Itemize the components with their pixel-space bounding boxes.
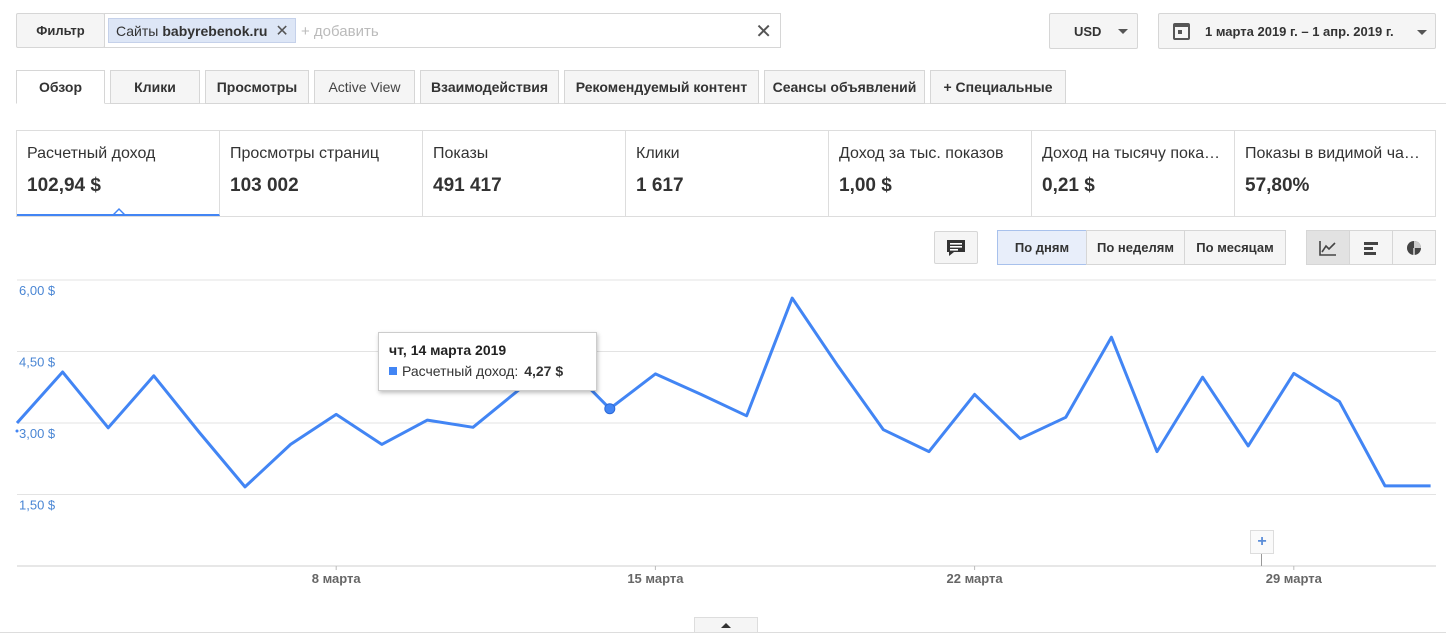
tab-custom[interactable]: + Специальные <box>930 70 1066 104</box>
series-line <box>15 296 1431 489</box>
metric-value: 491 417 <box>433 175 502 196</box>
tab-pageviews[interactable]: Просмотры <box>205 70 309 104</box>
x-tick-label: 29 марта <box>1266 571 1323 586</box>
metric-label: Расчетный доход <box>27 145 156 162</box>
chevron-down-icon <box>1417 30 1427 35</box>
add-annotation-button[interactable] <box>934 231 978 264</box>
calendar-icon <box>1173 23 1190 40</box>
date-range-value: 1 марта 2019 г. – 1 апр. 2019 г. <box>1205 23 1394 39</box>
chevron-up-icon <box>721 623 731 628</box>
metric-viewability[interactable]: Показы в видимой части 57,80% <box>1235 131 1437 216</box>
tooltip-value: 4,27 $ <box>524 363 564 379</box>
metric-impressions[interactable]: Показы 491 417 <box>423 131 626 216</box>
chevron-down-icon <box>1118 29 1128 34</box>
metric-label: Показы в видимой части <box>1245 145 1427 162</box>
metric-value: 0,21 $ <box>1042 175 1095 196</box>
granularity-monthly-button[interactable]: По месяцам <box>1184 230 1286 265</box>
x-tick-label: 22 марта <box>947 571 1004 586</box>
metric-label: Клики <box>636 145 680 162</box>
tab-ad-sessions[interactable]: Сеансы объявлений <box>764 70 925 104</box>
chip-close-icon[interactable]: ✕ <box>275 21 288 41</box>
annotation-marker-plus-icon[interactable]: + <box>1250 530 1274 554</box>
view-pie-chart-button[interactable] <box>1392 230 1436 265</box>
collapse-chart-button[interactable] <box>694 617 758 633</box>
comment-icon <box>947 239 965 256</box>
filter-chip-prefix: Сайты <box>116 22 159 39</box>
chart-series <box>15 296 1431 489</box>
metric-value: 1 617 <box>636 175 684 196</box>
chart-gridlines <box>17 279 1436 495</box>
tab-clicks[interactable]: Клики <box>110 70 200 104</box>
metric-page-rpm[interactable]: Доход на тысячу показов 0,21 $ <box>1032 131 1235 216</box>
y-tick-label: 4,50 $ <box>19 355 56 370</box>
currency-select[interactable]: USD <box>1049 13 1138 49</box>
date-range-picker[interactable]: 1 марта 2019 г. – 1 апр. 2019 г. <box>1158 13 1436 49</box>
pie-chart-icon <box>1407 240 1421 255</box>
revenue-line-chart: 6,00 $ 4,50 $ 3,00 $ 1,50 $ 8 марта 15 марта… <box>15 279 1436 586</box>
tab-recommended-content[interactable]: Рекомендуемый контент <box>564 70 759 104</box>
tab-active-view[interactable]: Active View <box>314 70 415 104</box>
chart-y-axis: 6,00 $ 4,50 $ 3,00 $ 1,50 $ <box>19 283 56 513</box>
granularity-weekly-button[interactable]: По неделям <box>1086 230 1185 265</box>
filter-input-box[interactable]: Сайты babyrebenok.ru ✕ + добавить ✕ <box>104 13 781 48</box>
chart-x-axis: 8 марта 15 марта 22 марта 29 марта <box>17 565 1436 586</box>
metric-pageviews[interactable]: Просмотры страниц 103 002 <box>220 131 423 216</box>
tooltip-series-label: Расчетный доход: <box>402 363 519 379</box>
tooltip-row: Расчетный доход: 4,27 $ <box>389 363 586 379</box>
metric-impression-rpm[interactable]: Доход за тыс. показов 1,00 $ <box>829 131 1032 216</box>
chart-tooltip: чт, 14 марта 2019 Расчетный доход: 4,27 … <box>378 332 597 391</box>
tooltip-date: чт, 14 марта 2019 <box>389 342 507 358</box>
y-tick-label: 6,00 $ <box>19 283 56 298</box>
tab-interactions[interactable]: Взаимодействия <box>420 70 559 104</box>
view-bar-chart-button[interactable] <box>1349 230 1393 265</box>
granularity-daily-button[interactable]: По дням <box>997 230 1087 265</box>
data-point <box>15 429 19 433</box>
y-tick-label: 1,50 $ <box>19 498 56 513</box>
line-chart-icon <box>1319 240 1336 256</box>
metric-estimated-revenue[interactable]: Расчетный доход 102,94 $ <box>17 131 220 216</box>
add-filter-placeholder[interactable]: + добавить <box>301 23 379 40</box>
metric-label: Доход за тыс. показов <box>839 145 1004 162</box>
filter-chip-value: babyrebenok.ru <box>162 22 268 39</box>
filter-chip[interactable]: Сайты babyrebenok.ru ✕ <box>108 18 296 43</box>
metric-clicks[interactable]: Клики 1 617 <box>626 131 829 216</box>
metric-label: Просмотры страниц <box>230 145 380 162</box>
filter-button[interactable]: Фильтр <box>16 13 105 48</box>
bar-chart-icon <box>1364 241 1378 255</box>
view-line-chart-button[interactable] <box>1306 230 1350 265</box>
highlighted-data-point[interactable] <box>604 403 616 415</box>
annotation-marker-stem <box>1261 554 1262 566</box>
tab-overview[interactable]: Обзор <box>16 70 105 104</box>
clear-filter-icon[interactable]: ✕ <box>755 19 772 44</box>
metric-label: Доход на тысячу показов <box>1042 145 1224 162</box>
series-swatch <box>389 367 397 375</box>
currency-value: USD <box>1074 23 1102 39</box>
x-tick-label: 8 марта <box>312 571 362 586</box>
metric-value: 103 002 <box>230 175 299 196</box>
x-tick-label: 15 марта <box>627 571 684 586</box>
metrics-bar: Расчетный доход 102,94 $ Просмотры стран… <box>16 130 1436 217</box>
metric-value: 57,80% <box>1245 175 1310 196</box>
metric-label: Показы <box>433 145 489 162</box>
y-tick-label: 3,00 $ <box>19 426 56 441</box>
metric-value: 102,94 $ <box>27 175 101 196</box>
selected-indicator-icon <box>113 207 125 214</box>
metric-value: 1,00 $ <box>839 175 892 196</box>
